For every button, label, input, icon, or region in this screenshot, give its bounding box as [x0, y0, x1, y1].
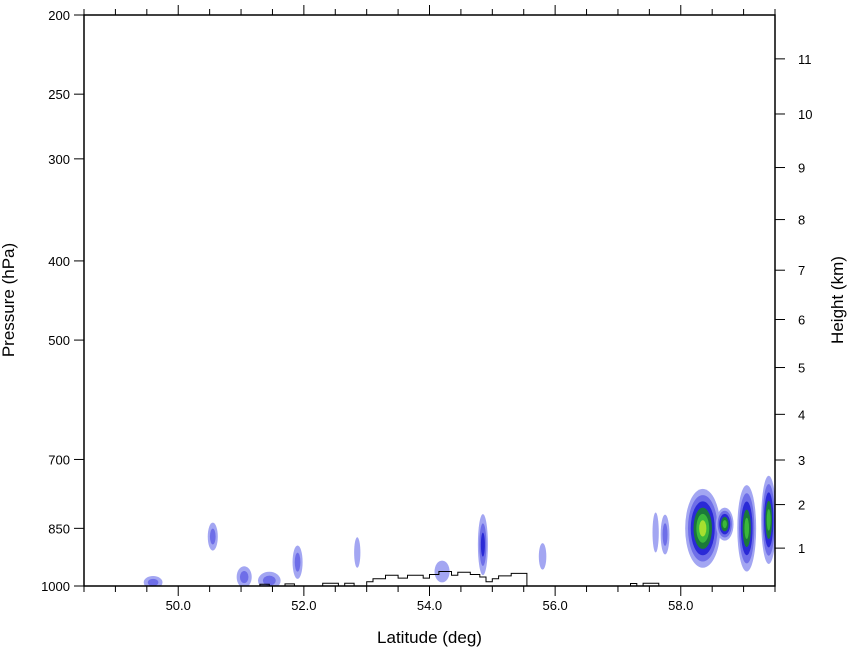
- y-tick-label: 300: [48, 152, 70, 167]
- y-tick-label: 1000: [41, 579, 70, 594]
- contour-level-5: [722, 520, 727, 529]
- cross-section-chart: 50.0 52.0 54.0 56.0 58.0 200 250 300 400 500 700 8…: [0, 5, 847, 647]
- x-tick-label: 58.0: [668, 598, 693, 613]
- y-tick-label: 500: [48, 333, 70, 348]
- contour-level-1: [538, 543, 547, 570]
- contour-level-6: [699, 520, 707, 537]
- y-tick-label: 200: [48, 8, 70, 23]
- x-tick-label: 56.0: [542, 598, 567, 613]
- y2-tick-label: 2: [798, 498, 805, 513]
- x-axis-title: Latitude (deg): [377, 628, 482, 647]
- y2-tick-label: 8: [798, 213, 805, 228]
- y2-tick-label: 1: [798, 541, 805, 556]
- contour-level-2: [147, 578, 159, 586]
- contour-level-1: [354, 537, 361, 568]
- contour-level-5: [744, 517, 750, 539]
- contour-level-2: [209, 528, 216, 545]
- x-tick-label: 54.0: [417, 598, 442, 613]
- contour-level-2: [239, 570, 249, 584]
- y2-tick-label: 11: [798, 52, 812, 67]
- y-tick-label: 850: [48, 521, 70, 536]
- contour-level-5: [766, 509, 771, 531]
- x-tick-label: 50.0: [166, 598, 191, 613]
- y2-tick-label: 9: [798, 161, 805, 176]
- y-tick-label: 250: [48, 87, 70, 102]
- y2-tick-label: 7: [798, 263, 805, 278]
- x-axis: 50.0 52.0 54.0 56.0 58.0: [83, 5, 776, 613]
- y2-tick-label: 3: [798, 453, 805, 468]
- terrain-outline: [84, 571, 775, 586]
- contour-level-3: [480, 532, 485, 557]
- contour-level-2: [662, 523, 668, 546]
- y-axis-right: 1 2 3 4 5 6 7 8 9 10 11: [775, 52, 812, 556]
- terrain-line: [84, 571, 775, 586]
- y-axis-left: 200 250 300 400 500 700 850 1000: [41, 8, 84, 594]
- y2-tick-label: 5: [798, 361, 805, 376]
- y-tick-label: 400: [48, 254, 70, 269]
- contour-level-2: [294, 552, 301, 572]
- y2-tick-label: 10: [798, 107, 812, 122]
- y-tick-label: 700: [48, 452, 70, 467]
- x-tick-label: 52.0: [291, 598, 316, 613]
- plot-frame: [83, 14, 776, 587]
- contour-level-1: [652, 512, 659, 553]
- y2-axis-title: Height (km): [828, 256, 847, 344]
- y2-tick-label: 4: [798, 407, 805, 422]
- y-axis-title: Pressure (hPa): [0, 243, 18, 357]
- y2-tick-label: 6: [798, 312, 805, 327]
